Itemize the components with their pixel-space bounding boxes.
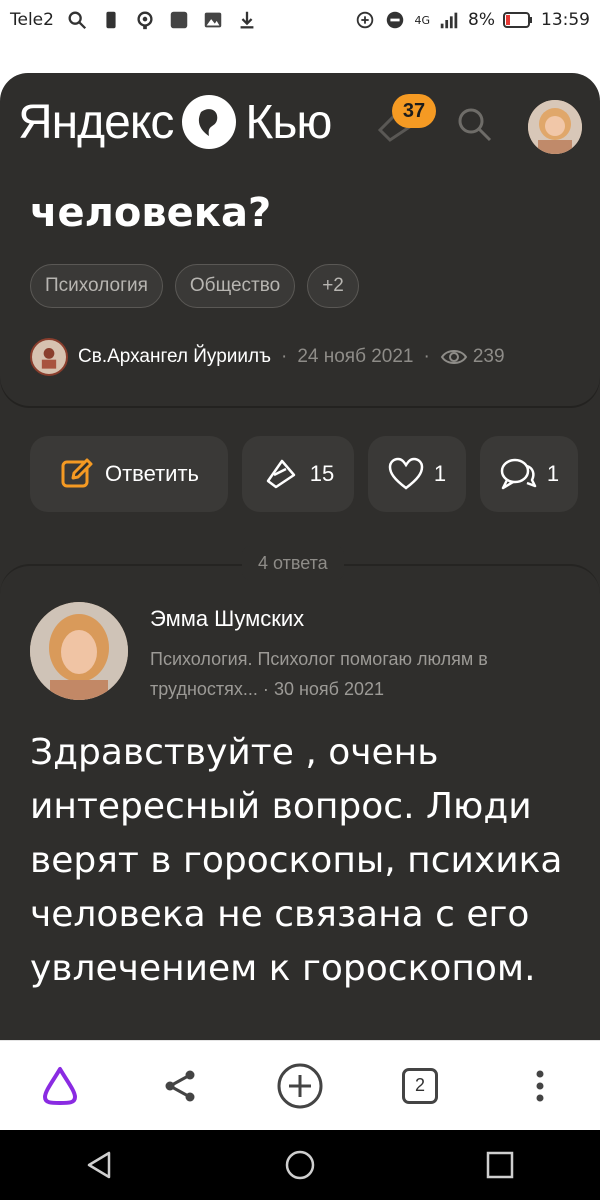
- question-author[interactable]: Св.Архангел Йуриилъ: [78, 346, 271, 368]
- network-type: 4G: [414, 13, 431, 27]
- download-status-icon: [240, 11, 254, 29]
- yandex-q-logo[interactable]: Яндекс Кью: [18, 94, 332, 150]
- system-nav-bar: [0, 1130, 600, 1200]
- logo-mark-icon: [182, 95, 237, 149]
- recents-button[interactable]: [470, 1135, 530, 1195]
- views-count: 239: [440, 346, 505, 368]
- alice-button[interactable]: [30, 1056, 90, 1116]
- storage-status-icon: [106, 11, 116, 29]
- logo-text-q: Кью: [245, 95, 332, 149]
- upvote-count: 15: [309, 461, 335, 486]
- comment-icon: [500, 458, 537, 490]
- gallery-status-icon: [204, 12, 222, 28]
- browser-toolbar: 2: [0, 1040, 600, 1130]
- status-bar: Tele2 4G 8% 13:59: [0, 0, 600, 40]
- recents-icon: [486, 1151, 514, 1179]
- dnd-icon: [387, 11, 404, 29]
- more-icon: [536, 1070, 544, 1101]
- tab-count: 2: [414, 1075, 425, 1095]
- back-icon: [87, 1151, 111, 1179]
- like-button[interactable]: 1: [368, 436, 466, 512]
- home-button[interactable]: [270, 1135, 330, 1195]
- user-avatar[interactable]: [528, 100, 582, 154]
- notification-badge[interactable]: 37: [392, 94, 436, 128]
- meta-separator: ·: [262, 679, 269, 699]
- upvote-button[interactable]: 15: [242, 436, 354, 512]
- share-icon: [165, 1070, 195, 1101]
- tag-chip[interactable]: Психология: [30, 264, 163, 308]
- search-status-icon: [68, 11, 87, 30]
- share-button[interactable]: [150, 1056, 210, 1116]
- user-avatar-image: [528, 100, 582, 154]
- clock: 13:59: [541, 10, 590, 30]
- signal-icon: [440, 12, 458, 29]
- app-status-icon: [170, 11, 188, 29]
- answer-date: 30 нояб 2021: [273, 679, 385, 699]
- more-button[interactable]: [510, 1056, 570, 1116]
- question-actions: Ответить 15 1 1: [30, 436, 578, 512]
- tabs-button[interactable]: 2: [390, 1056, 450, 1116]
- new-tab-button[interactable]: [270, 1056, 330, 1116]
- tag-chip[interactable]: Общество: [174, 264, 296, 308]
- question-title[interactable]: человека?: [30, 190, 271, 236]
- back-button[interactable]: [70, 1135, 130, 1195]
- answer-author-photo: [30, 602, 128, 700]
- eye-icon: [440, 350, 468, 364]
- meta-separator: ·: [280, 346, 288, 367]
- reply-button[interactable]: Ответить: [30, 436, 228, 512]
- data-saver-icon: [357, 11, 374, 29]
- answer-author-description: Психология. Психолог помогаю люлям в тру…: [150, 644, 570, 704]
- question-author-avatar[interactable]: [30, 338, 68, 376]
- alice-icon: [43, 1066, 77, 1105]
- like-count: 1: [433, 461, 447, 486]
- reply-label: Ответить: [104, 461, 200, 486]
- views-value: 239: [472, 346, 505, 367]
- search-icon[interactable]: [454, 104, 494, 144]
- question-meta: Св.Архангел Йуриилъ · 24 нояб 2021 · 239: [30, 338, 505, 376]
- meta-separator: ·: [423, 346, 430, 367]
- battery-icon: [503, 12, 532, 28]
- answer-author-name[interactable]: Эмма Шумских: [150, 606, 304, 632]
- battery-percent: 8%: [468, 10, 495, 30]
- vpn-status-icon: [137, 11, 153, 30]
- question-date: 24 нояб 2021: [297, 346, 414, 367]
- upvote-icon: [266, 459, 295, 489]
- carrier-label: Tele2: [10, 10, 54, 30]
- tabs-icon: 2: [402, 1067, 438, 1104]
- home-icon: [285, 1150, 315, 1180]
- answer-body: Здравствуйте , очень интересный вопрос. …: [30, 732, 563, 989]
- heart-icon: [388, 457, 424, 490]
- edit-icon: [61, 458, 93, 488]
- logo-text-yandex: Яндекс: [18, 95, 174, 149]
- comment-button[interactable]: 1: [480, 436, 578, 512]
- more-tags-chip[interactable]: +2: [307, 264, 359, 308]
- answer-author-avatar[interactable]: [30, 602, 128, 700]
- add-icon: [277, 1063, 323, 1108]
- answers-count: 4 ответа: [242, 546, 344, 580]
- tag-list: Психология Общество +2: [30, 264, 359, 308]
- comment-count: 1: [546, 461, 560, 486]
